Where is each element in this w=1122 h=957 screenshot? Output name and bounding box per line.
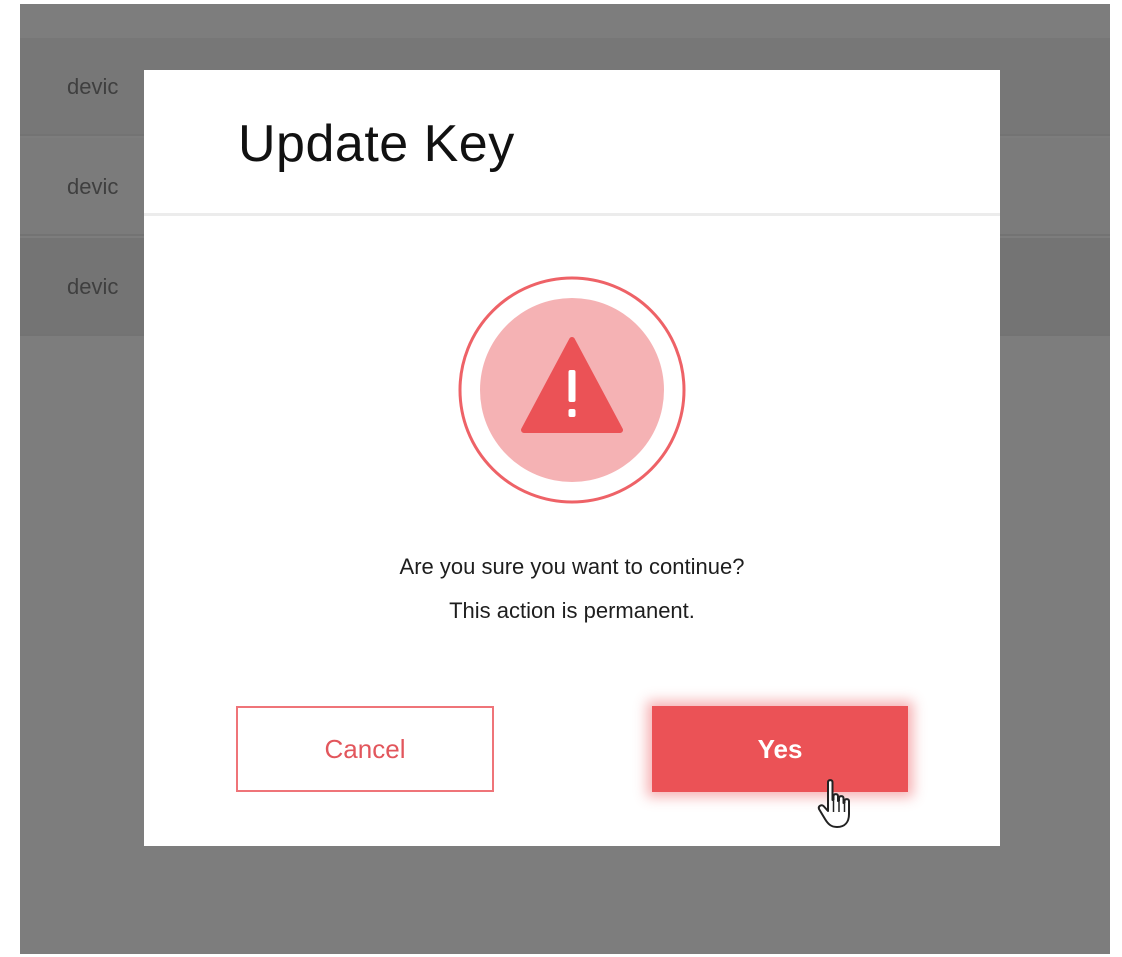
device-row-label: devic (67, 74, 119, 99)
device-row-label: devic (67, 174, 119, 199)
dialog-header: Update Key (144, 70, 1000, 216)
warning-triangle-icon (458, 276, 686, 504)
warning-badge (458, 276, 686, 504)
confirm-message-line2: This action is permanent. (449, 598, 695, 623)
update-key-dialog: Update Key Are you sure you want to cont… (144, 70, 1000, 846)
dialog-title: Update Key (238, 115, 515, 173)
hand-pointer-cursor-icon (817, 779, 850, 828)
cancel-button[interactable]: Cancel (236, 706, 494, 792)
confirm-message-line1: Are you sure you want to continue? (399, 554, 745, 579)
app-background: devic devic devic Update Key Are you sur… (20, 4, 1110, 954)
device-row-label: devic (67, 274, 119, 299)
yes-button[interactable]: Yes (652, 706, 908, 792)
